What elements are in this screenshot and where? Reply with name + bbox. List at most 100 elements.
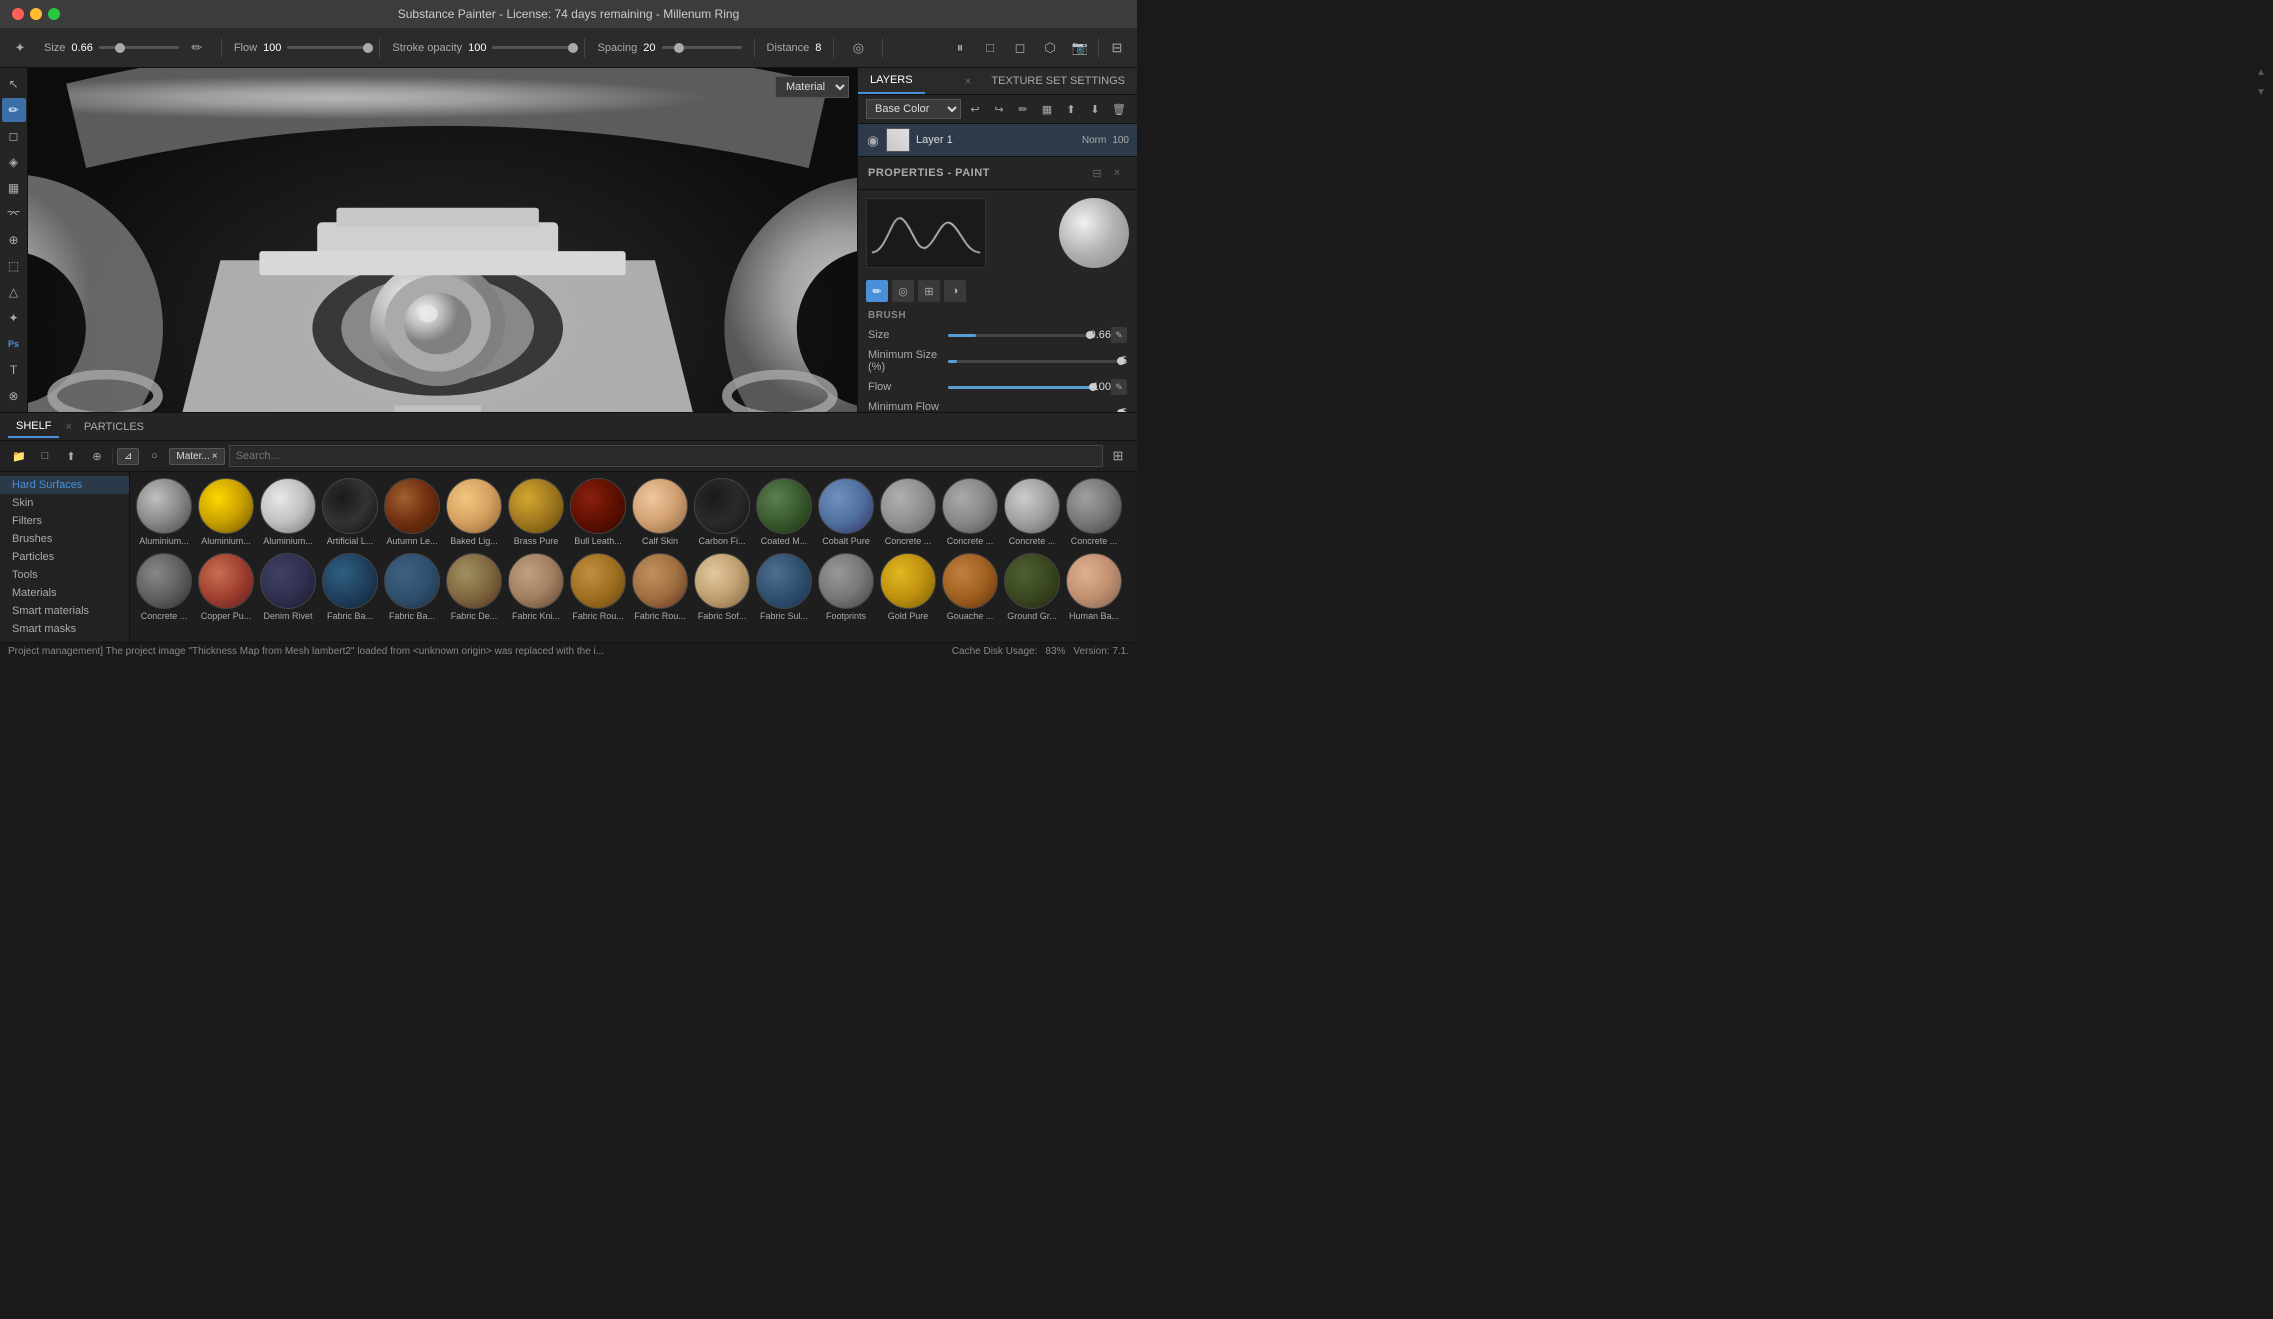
selection-tool[interactable]: ⬚ — [2, 254, 26, 278]
material-item[interactable]: Fabric Rou... — [630, 551, 690, 624]
material-item[interactable]: Concrete ... — [1002, 476, 1062, 549]
viewport-pause-icon[interactable]: ⏸ — [948, 36, 972, 60]
shelf-filter-btn[interactable]: ⊿ — [117, 448, 139, 465]
close-button[interactable] — [12, 8, 24, 20]
material-item[interactable]: Aluminium... — [258, 476, 318, 549]
redo-btn[interactable]: ↪ — [989, 99, 1009, 119]
material-item[interactable]: Gold Pure — [878, 551, 938, 624]
sidebar-item-filters[interactable]: Filters — [0, 512, 129, 530]
move-down-btn[interactable]: ⬇ — [1085, 99, 1105, 119]
flow-edit-btn[interactable]: ✎ — [1111, 379, 1127, 395]
symmetry-tab[interactable]: ⊞ — [918, 280, 940, 302]
cursor-tool[interactable]: ↖ — [2, 72, 26, 96]
material-item[interactable]: Coated M... — [754, 476, 814, 549]
material-item[interactable]: Concrete ... — [134, 551, 194, 624]
flow-slider[interactable] — [287, 46, 367, 49]
screenshot-icon[interactable]: 📷 — [1068, 36, 1092, 60]
maximize-button[interactable] — [48, 8, 60, 20]
paint-tool[interactable]: ✏ — [2, 98, 26, 122]
texture-set-tab[interactable]: TEXTURE SET SETTINGS — [979, 69, 1137, 93]
viewport-2d-icon[interactable]: □ — [978, 36, 1002, 60]
move-up-btn[interactable]: ⬆ — [1061, 99, 1081, 119]
material-item[interactable]: Fabric De... — [444, 551, 504, 624]
size-slider[interactable] — [99, 46, 179, 49]
color-tab[interactable]: ◑ — [944, 280, 966, 302]
material-item[interactable]: Concrete ... — [878, 476, 938, 549]
picker-tool[interactable]: ✦ — [2, 306, 26, 330]
eraser-tool[interactable]: ◻ — [2, 124, 26, 148]
sidebar-item-brushes[interactable]: Brushes — [0, 530, 129, 548]
brush-type-icon[interactable]: ✏ — [185, 36, 209, 60]
material-item[interactable]: Concrete ... — [940, 476, 1000, 549]
sidebar-item-smart-materials[interactable]: Smart materials — [0, 602, 129, 620]
texture-tab[interactable]: ◎ — [892, 280, 914, 302]
material-filter-close[interactable]: × — [212, 451, 218, 462]
particles-tab[interactable]: PARTICLES — [76, 417, 152, 437]
material-item[interactable]: Fabric Rou... — [568, 551, 628, 624]
material-item[interactable]: Fabric Sof... — [692, 551, 752, 624]
sidebar-item-tools[interactable]: Tools — [0, 566, 129, 584]
flow-prop-slider[interactable] — [948, 386, 1093, 389]
delete-layer-btn[interactable]: 🗑 — [1109, 99, 1129, 119]
minimize-button[interactable] — [30, 8, 42, 20]
shelf-import-btn[interactable]: ⬆ — [60, 445, 82, 467]
shelf-new-btn[interactable]: □ — [34, 445, 56, 467]
material-item[interactable]: Gouache ... — [940, 551, 1000, 624]
sidebar-item-particles[interactable]: Particles — [0, 548, 129, 566]
material-item[interactable]: Autumn Le... — [382, 476, 442, 549]
size-prop-slider[interactable] — [948, 334, 1090, 337]
window-controls[interactable] — [12, 8, 60, 20]
text-tool[interactable]: T — [2, 358, 26, 382]
viewport[interactable]: X Y Z Material — [28, 68, 857, 412]
sidebar-item-smart-masks[interactable]: Smart masks — [0, 620, 129, 638]
viewport-3d-icon[interactable]: ◻ — [1008, 36, 1032, 60]
sidebar-item-skin[interactable]: Skin — [0, 494, 129, 512]
material-item[interactable]: Baked Lig... — [444, 476, 504, 549]
material-item[interactable]: Artificial L... — [320, 476, 380, 549]
shelf-tab[interactable]: SHELF — [8, 416, 59, 438]
layer-item[interactable]: ◉ Layer 1 Norm 100 — [858, 124, 1137, 156]
lazy-mouse-icon[interactable]: ◎ — [846, 36, 870, 60]
material-item[interactable]: Brass Pure — [506, 476, 566, 549]
channel-select[interactable]: Base Color — [866, 99, 961, 119]
material-item[interactable]: Footprints — [816, 551, 876, 624]
geometry-tool[interactable]: △ — [2, 280, 26, 304]
shelf-tab-close-btn[interactable]: × — [65, 421, 71, 433]
ps-icon[interactable]: Ps — [2, 332, 26, 356]
material-item[interactable]: Aluminium... — [196, 476, 256, 549]
material-item[interactable]: Carbon Fi... — [692, 476, 752, 549]
material-item[interactable]: Fabric Kni... — [506, 551, 566, 624]
properties-minimize-btn[interactable]: ⊟ — [1087, 163, 1107, 183]
material-item[interactable]: Copper Pu... — [196, 551, 256, 624]
viewport-split-icon[interactable]: ⬡ — [1038, 36, 1062, 60]
layer-visibility-btn[interactable]: ◉ — [866, 133, 880, 147]
material-item[interactable]: Cobalt Pure — [816, 476, 876, 549]
paint-layer-btn[interactable]: ✏ — [1013, 99, 1033, 119]
shelf-search-input[interactable] — [229, 445, 1103, 467]
material-item[interactable]: Concrete ... — [1064, 476, 1124, 549]
brush-tab[interactable]: ✏ — [866, 280, 888, 302]
undo-btn[interactable]: ↩ — [965, 99, 985, 119]
shelf-circle-filter-btn[interactable]: ○ — [143, 445, 165, 467]
material-item[interactable]: Fabric Ba... — [382, 551, 442, 624]
material-item[interactable]: Fabric Ba... — [320, 551, 380, 624]
material-item[interactable]: Human Ba... — [1064, 551, 1124, 624]
layers-tab-close[interactable]: × — [956, 68, 979, 94]
sidebar-item-hard-surfaces[interactable]: Hard Surfaces — [0, 476, 129, 494]
min-flow-slider[interactable] — [948, 412, 1121, 413]
smudge-tool[interactable]: ⌤ — [2, 202, 26, 226]
min-size-slider[interactable] — [948, 360, 1121, 363]
viewport-mode-select[interactable]: Material — [775, 76, 849, 98]
fill-layer-btn[interactable]: ▦ — [1037, 99, 1057, 119]
brush-settings-icon[interactable]: ✦ — [8, 36, 32, 60]
material-item[interactable]: Denim Rivet — [258, 551, 318, 624]
material-item[interactable]: Fabric Sul... — [754, 551, 814, 624]
layers-tab[interactable]: LAYERS — [858, 68, 925, 94]
properties-close-btn[interactable]: × — [1107, 163, 1127, 183]
material-item[interactable]: Bull Leath... — [568, 476, 628, 549]
shelf-bookmark-btn[interactable]: ⊕ — [86, 445, 108, 467]
size-edit-btn[interactable]: ✎ — [1111, 327, 1127, 343]
material-item[interactable]: Ground Gr... — [1002, 551, 1062, 624]
fill-tool[interactable]: ▦ — [2, 176, 26, 200]
stroke-opacity-slider[interactable] — [492, 46, 572, 49]
